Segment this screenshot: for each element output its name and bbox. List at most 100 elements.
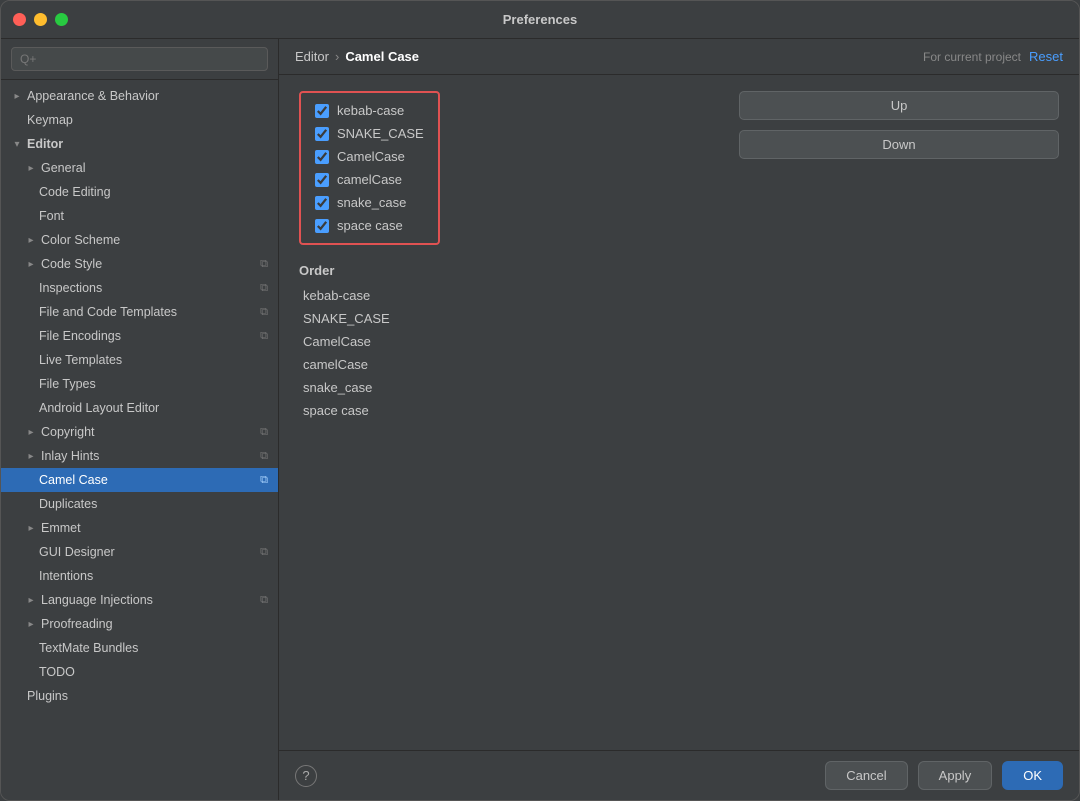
copy-icon: ⧉ [260,306,268,319]
breadcrumb-parent: Editor [295,49,329,64]
order-item-camel-case-lower[interactable]: camelCase [299,355,440,374]
sidebar-item-copyright[interactable]: Copyright ⧉ [1,420,278,444]
sidebar-item-gui-designer[interactable]: GUI Designer ⧉ [1,540,278,564]
checkbox-input-camel-case-lower[interactable] [315,173,329,187]
order-item-kebab-case[interactable]: kebab-case [299,286,440,305]
checkbox-input-space-case[interactable] [315,219,329,233]
checkbox-snake-case[interactable]: snake_case [315,195,424,210]
copy-icon: ⧉ [260,282,268,295]
sidebar-item-inspections[interactable]: Inspections ⧉ [1,276,278,300]
preferences-window: Preferences Appearance & Behavior Keymap [0,0,1080,801]
sidebar-item-label: GUI Designer [39,545,256,559]
minimize-button[interactable] [34,13,47,26]
checkbox-input-snake-case[interactable] [315,196,329,210]
sidebar-item-todo[interactable]: TODO [1,660,278,684]
sidebar-item-appearance-behavior[interactable]: Appearance & Behavior [1,84,278,108]
sidebar-item-file-encodings[interactable]: File Encodings ⧉ [1,324,278,348]
copy-icon: ⧉ [260,258,268,271]
down-button[interactable]: Down [739,130,1059,159]
sidebar-item-label: Appearance & Behavior [27,89,268,103]
checkbox-list: kebab-case SNAKE_CASE CamelCase cam [299,91,440,245]
checkbox-input-camel-case-upper[interactable] [315,150,329,164]
checkbox-label-snake-case-upper: SNAKE_CASE [337,126,424,141]
checkbox-input-kebab-case[interactable] [315,104,329,118]
sidebar-item-label: Android Layout Editor [39,401,268,415]
order-title: Order [299,263,440,278]
chevron-right-icon [25,522,37,534]
sidebar-item-label: TODO [39,665,268,679]
apply-button[interactable]: Apply [918,761,993,790]
close-button[interactable] [13,13,26,26]
order-item-camel-case-upper[interactable]: CamelCase [299,332,440,351]
sidebar-item-intentions[interactable]: Intentions [1,564,278,588]
checkbox-snake-case-upper[interactable]: SNAKE_CASE [315,126,424,141]
checkbox-space-case[interactable]: space case [315,218,424,233]
sidebar-item-font[interactable]: Font [1,204,278,228]
right-panel: Editor › Camel Case For current project … [279,39,1079,800]
sidebar-item-label: Duplicates [39,497,268,511]
traffic-lights [13,13,68,26]
search-input[interactable] [11,47,268,71]
nav-tree: Appearance & Behavior Keymap Editor Gene… [1,80,278,800]
sidebar-item-live-templates[interactable]: Live Templates [1,348,278,372]
sidebar-item-label: Live Templates [39,353,268,367]
sidebar-item-inlay-hints[interactable]: Inlay Hints ⧉ [1,444,278,468]
up-button[interactable]: Up [739,91,1059,120]
for-current-project-link[interactable]: For current project [923,50,1021,64]
sidebar-item-label: Camel Case [39,473,256,487]
sidebar-item-duplicates[interactable]: Duplicates [1,492,278,516]
breadcrumb: Editor › Camel Case [295,49,915,64]
sidebar-item-proofreading[interactable]: Proofreading [1,612,278,636]
sidebar-item-label: Font [39,209,268,223]
maximize-button[interactable] [55,13,68,26]
sidebar-item-label: Color Scheme [41,233,268,247]
sidebar-item-plugins[interactable]: Plugins [1,684,278,708]
sidebar-item-label: File Encodings [39,329,256,343]
window-title: Preferences [503,12,577,27]
checkbox-camel-case-lower[interactable]: camelCase [315,172,424,187]
sidebar-item-general[interactable]: General [1,156,278,180]
checkbox-camel-case-upper[interactable]: CamelCase [315,149,424,164]
order-section: Order kebab-case SNAKE_CASE CamelCase ca… [299,263,440,420]
sidebar-item-emmet[interactable]: Emmet [1,516,278,540]
chevron-right-icon [11,90,23,102]
sidebar-item-label: General [41,161,268,175]
sidebar-item-file-and-code-templates[interactable]: File and Code Templates ⧉ [1,300,278,324]
sidebar-item-label: Inlay Hints [41,449,256,463]
chevron-right-icon [25,234,37,246]
order-item-space-case[interactable]: space case [299,401,440,420]
sidebar-item-keymap[interactable]: Keymap [1,108,278,132]
help-button[interactable]: ? [295,765,317,787]
sidebar-item-label: Proofreading [41,617,268,631]
order-item-snake-case-upper[interactable]: SNAKE_CASE [299,309,440,328]
sidebar-item-editor[interactable]: Editor [1,132,278,156]
sidebar-item-code-style[interactable]: Code Style ⧉ [1,252,278,276]
sidebar-item-language-injections[interactable]: Language Injections ⧉ [1,588,278,612]
copy-icon: ⧉ [260,546,268,559]
sidebar-item-camel-case[interactable]: Camel Case ⧉ [1,468,278,492]
sidebar-item-color-scheme[interactable]: Color Scheme [1,228,278,252]
cancel-button[interactable]: Cancel [825,761,907,790]
chevron-right-icon [25,426,37,438]
chevron-right-icon [25,450,37,462]
title-bar: Preferences [1,1,1079,39]
sidebar-item-code-editing[interactable]: Code Editing [1,180,278,204]
checkbox-label-space-case: space case [337,218,403,233]
sidebar-item-android-layout-editor[interactable]: Android Layout Editor [1,396,278,420]
ok-button[interactable]: OK [1002,761,1063,790]
checkbox-kebab-case[interactable]: kebab-case [315,103,424,118]
sidebar-item-label: Editor [27,137,268,151]
sidebar-item-label: Code Editing [39,185,268,199]
sidebar-item-file-types[interactable]: File Types [1,372,278,396]
checkbox-input-snake-case-upper[interactable] [315,127,329,141]
reset-button[interactable]: Reset [1029,49,1063,64]
panel-body: kebab-case SNAKE_CASE CamelCase cam [279,75,1079,750]
chevron-down-icon [11,138,23,150]
breadcrumb-current: Camel Case [345,49,419,64]
sidebar-item-label: Copyright [41,425,256,439]
order-item-snake-case[interactable]: snake_case [299,378,440,397]
sidebar-item-textmate-bundles[interactable]: TextMate Bundles [1,636,278,660]
sidebar-item-label: File Types [39,377,268,391]
checkbox-label-camel-case-upper: CamelCase [337,149,405,164]
main-content: Appearance & Behavior Keymap Editor Gene… [1,39,1079,800]
